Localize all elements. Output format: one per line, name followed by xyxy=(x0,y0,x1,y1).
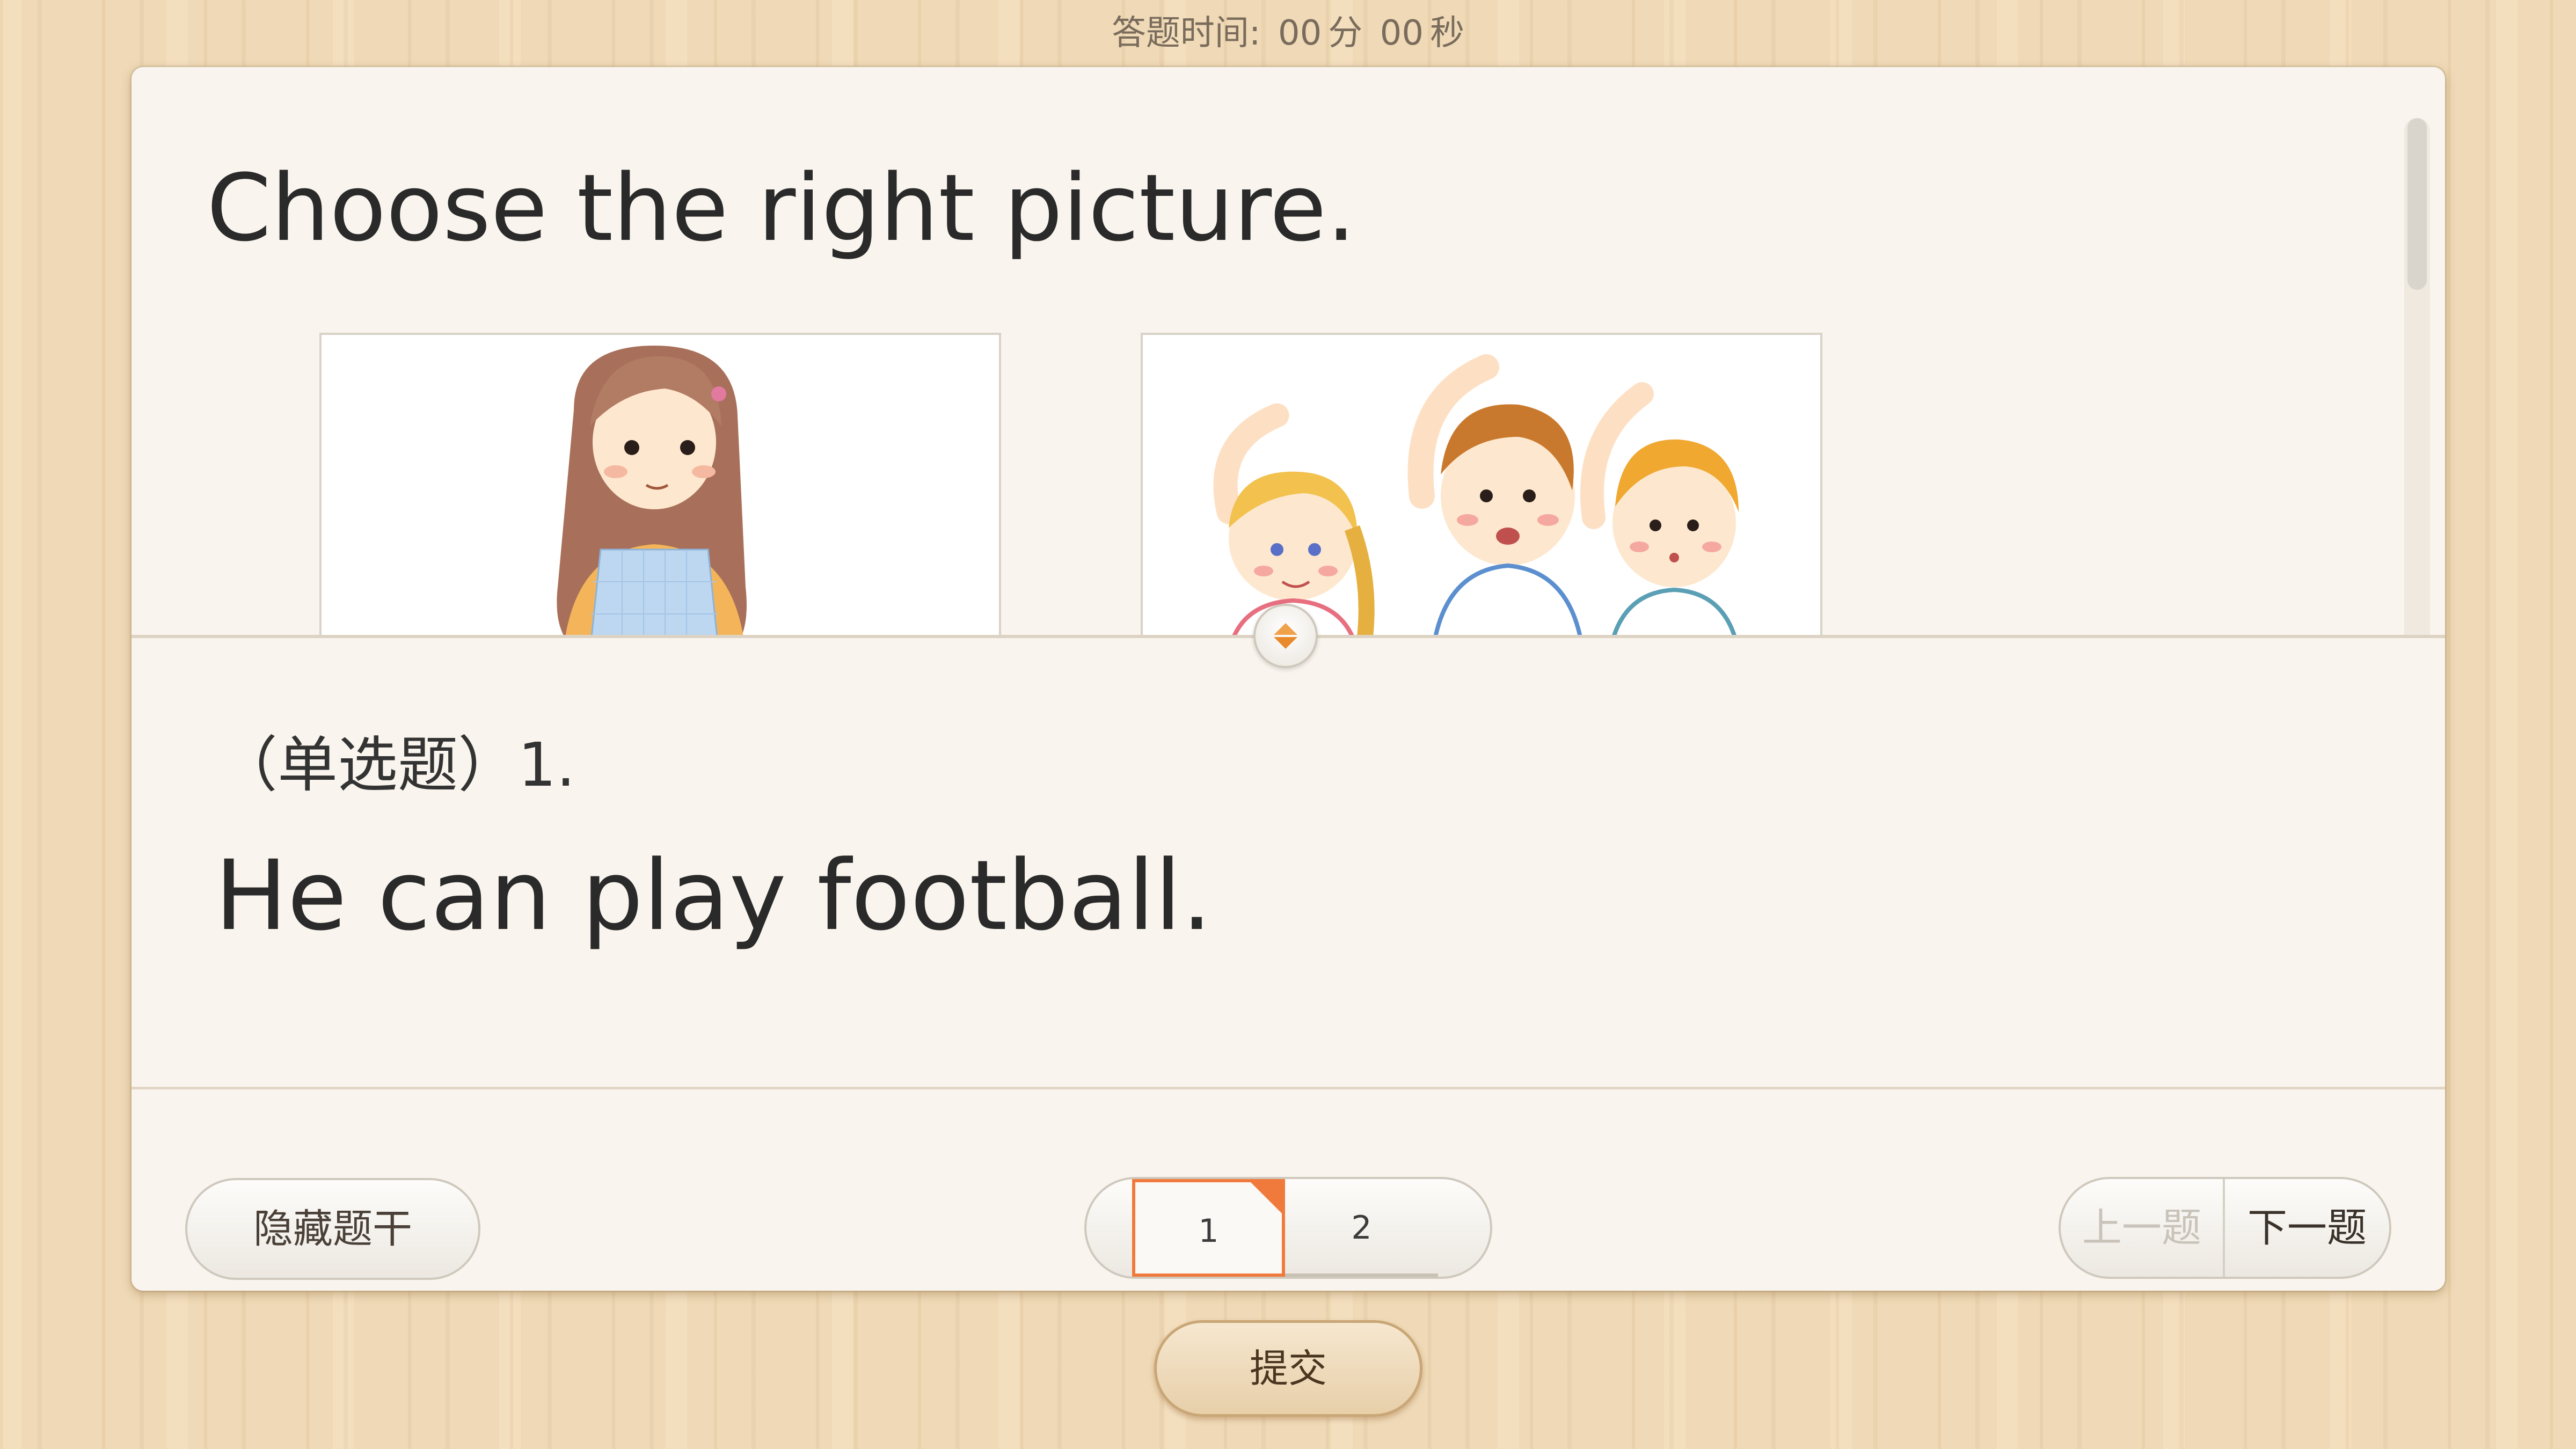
girl-illustration xyxy=(322,335,999,636)
picture-option-girl xyxy=(319,333,1001,636)
next-question-button[interactable]: 下一题 xyxy=(2225,1179,2389,1277)
stem-title: Choose the right picture. xyxy=(207,154,1356,262)
up-down-arrows-icon xyxy=(1274,623,1297,649)
question-stem-pane[interactable]: Choose the right picture. xyxy=(132,67,2445,636)
stem-scrollbar[interactable] xyxy=(2404,118,2430,636)
question-nav: 上一题 下一题 xyxy=(2059,1177,2391,1279)
page-button-1-label: 1 xyxy=(1198,1212,1219,1250)
timer-seconds: 00 xyxy=(1380,13,1424,53)
kids-illustration xyxy=(1143,335,1820,636)
timer-minutes: 00 xyxy=(1278,13,1322,53)
timer-seconds-unit: 秒 xyxy=(1430,13,1465,53)
hide-stem-button[interactable]: 隐藏题干 xyxy=(185,1178,480,1280)
page-button-1[interactable]: 1 xyxy=(1132,1179,1285,1277)
picture-option-kids-exercising xyxy=(1141,333,1822,636)
page-button-2[interactable]: 2 xyxy=(1285,1179,1438,1277)
resize-handle-icon[interactable] xyxy=(1253,604,1318,668)
question-type-label: （单选题）1. xyxy=(217,730,575,800)
submit-button[interactable]: 提交 xyxy=(1154,1320,1422,1417)
answer-timer: 答题时间: 00 分 00 秒 xyxy=(0,6,2576,60)
question-card: Choose the right picture. （单选题）1. He can… xyxy=(132,67,2445,1291)
previous-question-button[interactable]: 上一题 xyxy=(2061,1179,2225,1277)
question-pager: 1 2 xyxy=(1084,1177,1492,1279)
question-text: He can play football. xyxy=(215,840,1213,952)
question-footer: 隐藏题干 1 2 上一题 下一题 xyxy=(132,1087,2445,1291)
current-marker-icon xyxy=(1247,1179,1285,1217)
stem-scrollbar-thumb[interactable] xyxy=(2407,118,2427,290)
timer-label: 答题时间: xyxy=(1111,13,1261,53)
timer-minutes-unit: 分 xyxy=(1328,13,1363,53)
